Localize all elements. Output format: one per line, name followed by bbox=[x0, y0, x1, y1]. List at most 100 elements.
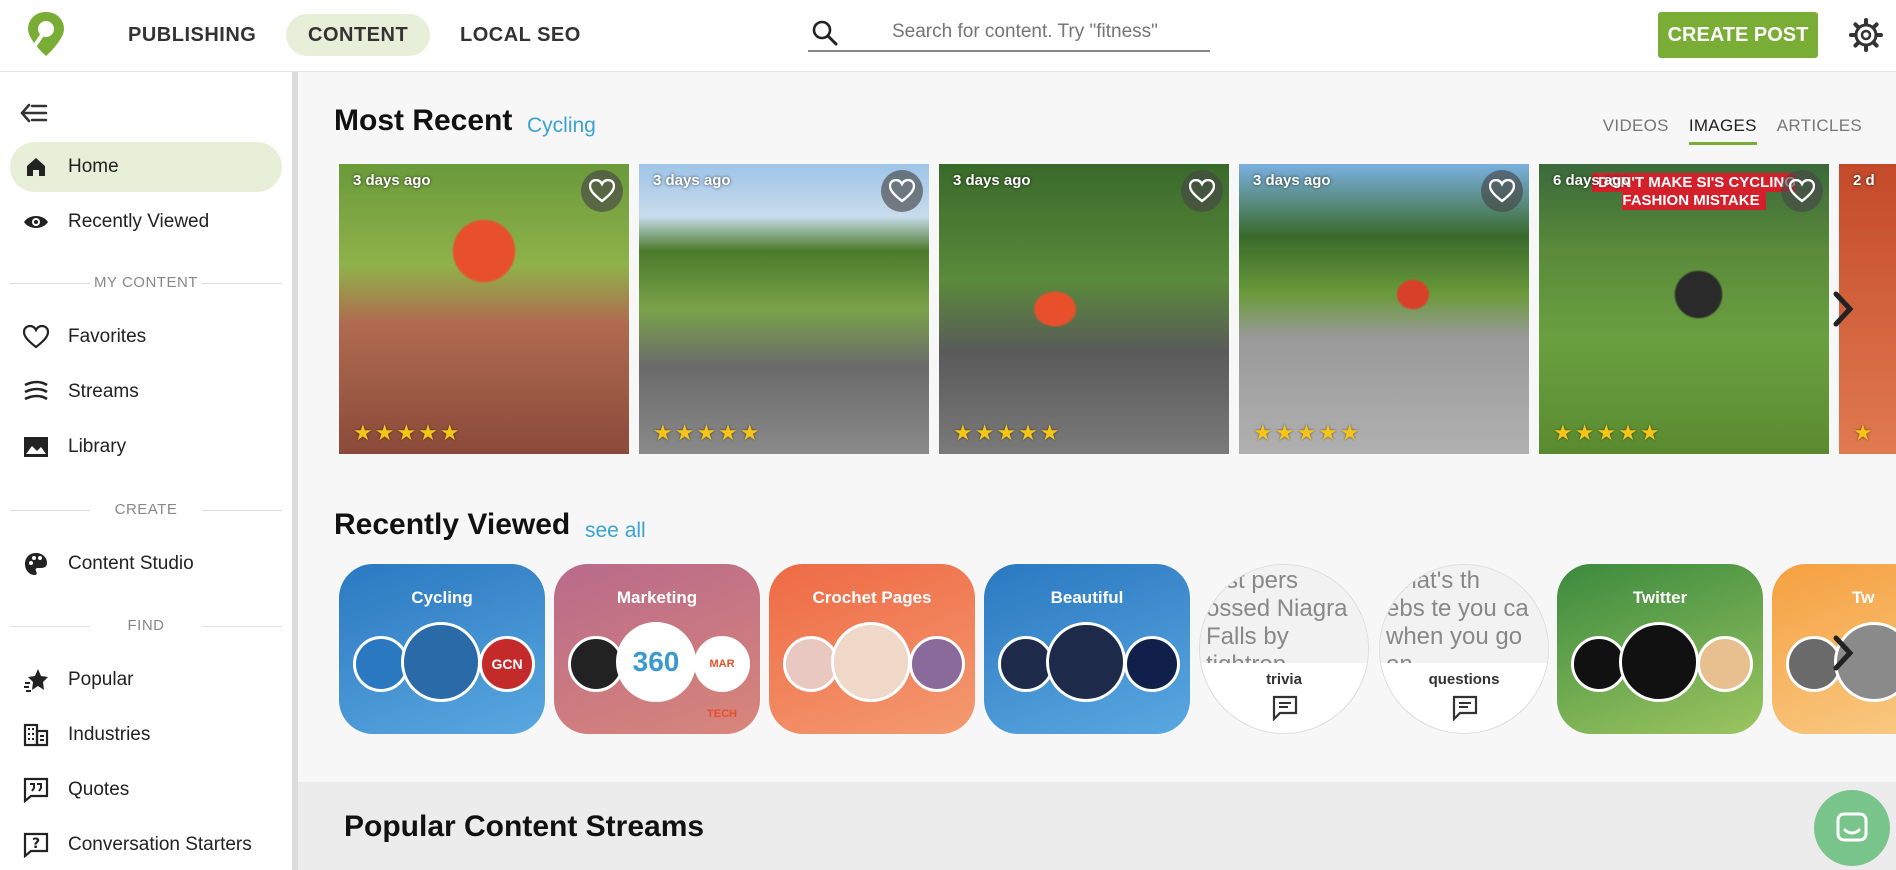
popular-streams-title: Popular Content Streams bbox=[344, 810, 705, 843]
tab-articles[interactable]: ARTICLES bbox=[1777, 116, 1862, 145]
sidebar-item-home[interactable]: Home bbox=[10, 142, 282, 192]
section-my-content: MY CONTENT bbox=[10, 274, 282, 291]
rating-stars: ★★★★★ bbox=[1553, 420, 1662, 445]
sidebar-item-label: Conversation Starters bbox=[68, 834, 252, 855]
content-card[interactable]: 3 days ago ★★★★★ bbox=[639, 164, 929, 454]
nav-publishing[interactable]: PUBLISHING bbox=[106, 14, 278, 56]
tab-images[interactable]: IMAGES bbox=[1688, 116, 1757, 145]
question-name: questions bbox=[1428, 671, 1500, 688]
cyclist-photo bbox=[339, 164, 629, 454]
avatar bbox=[1619, 622, 1699, 702]
most-recent-topic-link[interactable]: Cycling bbox=[527, 114, 596, 138]
avatar: 360 bbox=[616, 622, 696, 702]
heart-icon[interactable] bbox=[1481, 170, 1523, 212]
sidebar-item-conversation-starters[interactable]: ? Conversation Starters bbox=[10, 820, 282, 870]
question-tile-questions[interactable]: what's th ebs te you ca when you go on n… bbox=[1379, 564, 1549, 734]
card-age: 3 days ago bbox=[653, 172, 731, 189]
search-icon[interactable] bbox=[812, 20, 838, 46]
sidebar-item-streams[interactable]: Streams bbox=[10, 367, 282, 417]
heart-icon[interactable] bbox=[1781, 170, 1823, 212]
rating-stars: ★★★★★ bbox=[353, 420, 462, 445]
search-bar bbox=[808, 14, 1210, 52]
nav-local-seo[interactable]: LOCAL SEO bbox=[438, 14, 603, 56]
media-type-tabs: VIDEOS IMAGES ARTICLES bbox=[1603, 116, 1862, 145]
rating-stars: ★★★★★ bbox=[653, 420, 762, 445]
top-bar: PUBLISHING CONTENT LOCAL SEO CREATE POST bbox=[0, 0, 1896, 72]
question-tile-trivia[interactable]: first pers ossed Niagra Falls by tightro… bbox=[1199, 564, 1369, 734]
star-icon bbox=[22, 666, 50, 694]
content-card[interactable]: 3 days ago ★★★★★ bbox=[939, 164, 1229, 454]
heart-icon[interactable] bbox=[1181, 170, 1223, 212]
chevron-right-icon[interactable] bbox=[1828, 288, 1858, 330]
create-post-button[interactable]: CREATE POST bbox=[1658, 12, 1818, 58]
stream-name: Beautiful bbox=[1050, 588, 1124, 607]
avatar bbox=[1697, 636, 1753, 692]
question-text: first pers ossed Niagra Falls by tightro… bbox=[1200, 565, 1368, 663]
most-recent-title: Most Recent bbox=[334, 104, 513, 137]
quote-icon bbox=[22, 776, 50, 804]
stream-name: Marketing bbox=[616, 588, 698, 607]
sidebar-item-label: Library bbox=[68, 436, 127, 457]
sidebar-item-library[interactable]: Library bbox=[10, 422, 282, 472]
sidebar-item-label: Industries bbox=[68, 724, 151, 745]
avatar: GCN bbox=[479, 636, 535, 692]
nav-content[interactable]: CONTENT bbox=[286, 14, 431, 56]
gear-icon[interactable] bbox=[1849, 18, 1883, 52]
heart-icon bbox=[22, 323, 50, 351]
avatar bbox=[1046, 622, 1126, 702]
heart-icon[interactable] bbox=[581, 170, 623, 212]
section-create: CREATE bbox=[10, 501, 282, 518]
avatar bbox=[909, 636, 965, 692]
sidebar-item-label: Home bbox=[68, 156, 119, 177]
rating-stars: ★★★★★ bbox=[953, 420, 1062, 445]
stream-tile-crochet-pages[interactable]: Crochet Pages bbox=[769, 564, 975, 734]
stream-name: Twitter bbox=[1632, 588, 1688, 607]
stream-name: Crochet Pages bbox=[812, 588, 932, 607]
sidebar-item-industries[interactable]: Industries bbox=[10, 710, 282, 760]
popular-streams-section: Popular Content Streams bbox=[298, 782, 1896, 870]
card-age: 2 d bbox=[1853, 172, 1875, 189]
content-card[interactable]: 3 days ago ★★★★★ bbox=[339, 164, 629, 454]
sidebar-item-label: Quotes bbox=[68, 779, 130, 800]
avatar bbox=[1124, 636, 1180, 692]
card-age: 6 days ago bbox=[1553, 172, 1631, 189]
sidebar-item-label: Content Studio bbox=[68, 553, 194, 574]
rating-stars: ★★★★★ bbox=[1253, 420, 1362, 445]
question-icon: ? bbox=[22, 831, 50, 859]
sidebar-item-recently-viewed[interactable]: Recently Viewed bbox=[10, 197, 282, 247]
avatar bbox=[401, 622, 481, 702]
sidebar-item-label: Favorites bbox=[68, 326, 147, 347]
image-icon bbox=[22, 433, 50, 461]
chat-icon bbox=[1836, 812, 1868, 842]
sidebar-item-popular[interactable]: Popular bbox=[10, 655, 282, 705]
stream-tile-beautiful[interactable]: Beautiful bbox=[984, 564, 1190, 734]
sidebar-item-content-studio[interactable]: Content Studio bbox=[10, 539, 282, 589]
content-card[interactable]: 3 days ago ★★★★★ bbox=[1239, 164, 1529, 454]
heart-icon[interactable] bbox=[881, 170, 923, 212]
chevron-right-icon[interactable] bbox=[1828, 632, 1858, 674]
cyclist-photo bbox=[639, 164, 929, 454]
recently-viewed-title: Recently Viewed bbox=[334, 508, 571, 541]
building-icon bbox=[22, 721, 50, 749]
stream-tile-twitter[interactable]: Twitter bbox=[1557, 564, 1763, 734]
see-all-link[interactable]: see all bbox=[585, 519, 646, 543]
section-find: FIND bbox=[10, 617, 282, 634]
rating-stars: ★ bbox=[1853, 420, 1875, 445]
sidebar-item-label: Recently Viewed bbox=[68, 211, 210, 232]
stream-tile-cycling[interactable]: Cycling GCN bbox=[339, 564, 545, 734]
chat-launcher[interactable] bbox=[1814, 790, 1890, 866]
streams-icon bbox=[22, 378, 50, 406]
content-card[interactable]: DON'T MAKE SI'S CYCLING FASHION MISTAKE … bbox=[1539, 164, 1829, 454]
sidebar-item-quotes[interactable]: Quotes bbox=[10, 765, 282, 815]
logo-icon[interactable] bbox=[22, 10, 70, 58]
sidebar-item-favorites[interactable]: Favorites bbox=[10, 312, 282, 362]
card-age: 3 days ago bbox=[1253, 172, 1331, 189]
tab-videos[interactable]: VIDEOS bbox=[1603, 116, 1669, 145]
avatar: MAR TECH bbox=[694, 636, 750, 720]
stream-tile-marketing[interactable]: Marketing 360 MAR TECH bbox=[554, 564, 760, 734]
collapse-sidebar-icon[interactable] bbox=[18, 100, 48, 126]
cyclist-photo bbox=[939, 164, 1229, 454]
question-name: trivia bbox=[1266, 671, 1302, 688]
search-input[interactable] bbox=[892, 18, 1202, 46]
chat-bubble-icon bbox=[1452, 695, 1478, 721]
